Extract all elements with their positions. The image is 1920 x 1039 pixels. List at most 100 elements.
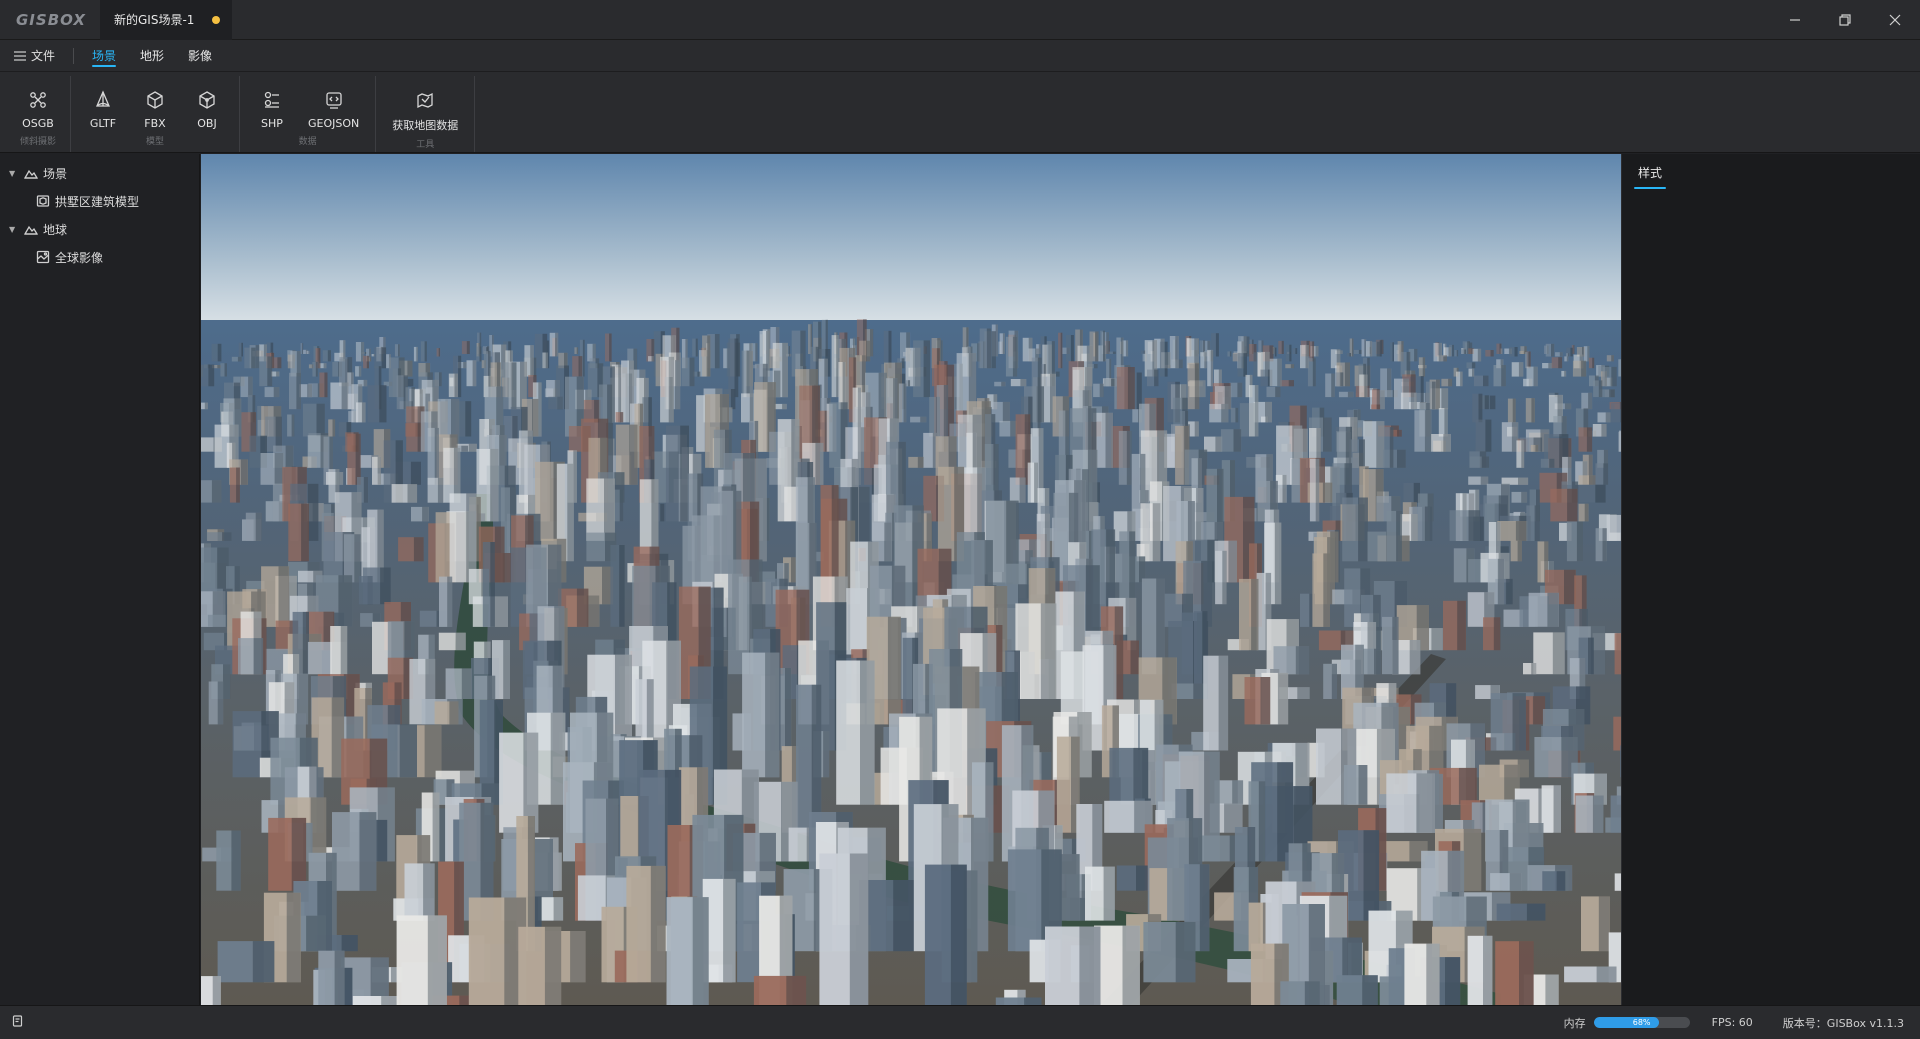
building-shadow bbox=[1424, 410, 1432, 452]
building-shadow bbox=[1518, 362, 1524, 377]
tab-scene[interactable]: 场景 bbox=[80, 40, 128, 72]
building-shadow bbox=[208, 364, 215, 387]
shp-button[interactable]: SHP bbox=[246, 82, 298, 130]
building-shadow bbox=[458, 355, 462, 398]
building-shadow bbox=[1002, 401, 1010, 423]
building-shadow bbox=[434, 427, 439, 485]
building-shadow bbox=[651, 356, 654, 362]
memory-label: 内存 bbox=[1563, 1016, 1586, 1030]
building-shadow bbox=[765, 652, 780, 778]
building-shadow bbox=[1534, 505, 1540, 541]
building-shadow bbox=[604, 478, 615, 541]
building-shadow bbox=[1274, 522, 1282, 605]
tab-terrain[interactable]: 地形 bbox=[128, 40, 176, 72]
building-shadow bbox=[296, 351, 301, 377]
building-shadow bbox=[1468, 510, 1481, 541]
building-shadow bbox=[788, 346, 790, 357]
ribbon-group-label: 倾斜摄影 bbox=[19, 137, 56, 147]
building-shadow bbox=[1347, 391, 1354, 398]
fps-readout: FPS: 60 bbox=[1711, 1016, 1753, 1029]
building-shadow bbox=[1024, 997, 1042, 1005]
building-shadow bbox=[222, 532, 232, 541]
building-shadow bbox=[1531, 663, 1537, 675]
building-shadow bbox=[479, 346, 482, 362]
building-shadow bbox=[224, 363, 227, 377]
building-shadow bbox=[746, 350, 750, 398]
log-icon[interactable] bbox=[12, 1015, 24, 1027]
building-shadow bbox=[707, 335, 711, 377]
expand-caret-icon[interactable]: ▼ bbox=[0, 169, 16, 178]
building-shadow bbox=[1424, 506, 1433, 541]
building-shadow bbox=[307, 483, 319, 541]
file-menu-button[interactable]: 文件 bbox=[0, 47, 69, 64]
building-shadow bbox=[270, 342, 274, 354]
tree-item-gongshu-buildings[interactable]: 拱墅区建筑模型 bbox=[0, 187, 199, 215]
gltf-button[interactable]: GLTF bbox=[77, 82, 129, 130]
tree-item-label: 拱墅区建筑模型 bbox=[55, 194, 140, 209]
building-shadow bbox=[1490, 350, 1494, 357]
building-shadow bbox=[1499, 343, 1502, 354]
building-shadow bbox=[1501, 365, 1506, 387]
tree-node-scene[interactable]: ▼ 场景 bbox=[0, 159, 199, 187]
building-shadow bbox=[1472, 368, 1475, 377]
fetch-map-data-button[interactable]: 获取地图数据 bbox=[382, 82, 468, 133]
building-shadow bbox=[1506, 578, 1513, 605]
building-shadow bbox=[1282, 474, 1287, 503]
globe-layer-icon bbox=[24, 225, 38, 235]
building-shadow bbox=[1416, 773, 1435, 833]
building-shadow bbox=[1369, 341, 1373, 357]
building-shadow bbox=[1458, 767, 1477, 805]
style-tab[interactable]: 样式 bbox=[1634, 162, 1667, 189]
building-shadow bbox=[1601, 424, 1607, 437]
building-shadow bbox=[341, 382, 349, 410]
document-tab[interactable]: 新的GIS场景-1 bbox=[100, 0, 233, 40]
building-shadow bbox=[286, 892, 301, 983]
building-shadow bbox=[1070, 335, 1074, 362]
minimize-button[interactable] bbox=[1770, 0, 1820, 40]
building-shadow bbox=[407, 360, 413, 377]
building-shadow bbox=[1178, 359, 1183, 369]
building-shadow bbox=[1221, 403, 1229, 423]
building-shadow bbox=[538, 382, 542, 437]
building-shadow bbox=[857, 486, 870, 541]
building-shadow bbox=[1297, 687, 1310, 699]
building-shadow bbox=[1533, 366, 1538, 387]
tree-node-globe[interactable]: ▼ 地球 bbox=[0, 215, 199, 243]
building-shadow bbox=[1364, 339, 1366, 357]
close-icon bbox=[1889, 14, 1901, 25]
fbx-button[interactable]: FBX bbox=[129, 82, 181, 130]
restore-icon bbox=[1839, 13, 1851, 26]
building-shadow bbox=[1512, 693, 1526, 751]
tree-item-global-imagery[interactable]: 全球影像 bbox=[0, 243, 199, 271]
tab-terrain-label: 地形 bbox=[140, 49, 165, 63]
osgb-button[interactable]: OSGB bbox=[12, 82, 64, 130]
building-shadow bbox=[358, 366, 362, 377]
close-button[interactable] bbox=[1870, 0, 1920, 40]
restore-button[interactable] bbox=[1820, 0, 1870, 40]
building-shadow bbox=[1497, 558, 1504, 605]
building-shadow bbox=[786, 975, 807, 1005]
tree-item-label: 全球影像 bbox=[55, 250, 104, 265]
building-shadow bbox=[1485, 419, 1492, 452]
building-shadow bbox=[217, 681, 224, 725]
building-shadow bbox=[511, 362, 517, 410]
building-shadow bbox=[582, 339, 585, 377]
building-shadow bbox=[253, 638, 264, 675]
building-shadow bbox=[1483, 935, 1493, 1005]
obj-button[interactable]: OBJ bbox=[181, 82, 233, 130]
building-shadow bbox=[530, 345, 534, 377]
expand-caret-icon[interactable]: ▼ bbox=[0, 225, 16, 234]
building-shadow bbox=[1564, 370, 1566, 377]
building-shadow bbox=[1592, 795, 1604, 833]
building-shadow bbox=[1567, 488, 1578, 522]
building-shadow bbox=[734, 338, 739, 398]
tab-imagery[interactable]: 影像 bbox=[176, 40, 224, 72]
building-shadow bbox=[1019, 477, 1026, 503]
geojson-button[interactable]: GEOJSON bbox=[298, 82, 369, 130]
properties-panel: 样式 bbox=[1621, 154, 1920, 1005]
building-shadow bbox=[1432, 381, 1436, 410]
building-shadow bbox=[454, 373, 458, 398]
building-shadow bbox=[490, 542, 495, 627]
3d-map-viewport[interactable] bbox=[201, 154, 1621, 1005]
building-shadow bbox=[217, 343, 222, 362]
